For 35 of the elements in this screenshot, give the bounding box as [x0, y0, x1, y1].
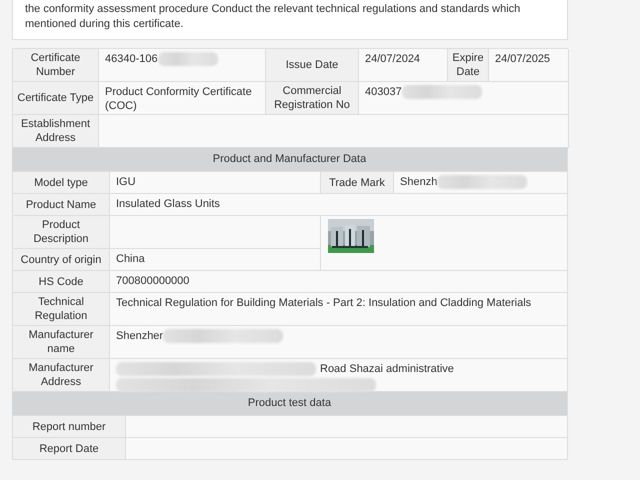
- field-value: Insulated Glass Units: [116, 197, 220, 211]
- field-value: Technical Regulation for Building Materials - Part 2: Insulation and Cladding Materials: [116, 296, 532, 310]
- field-value: Shenzh: [400, 175, 438, 189]
- field-label: Manufacturer Address: [28, 361, 94, 389]
- field-value: Shenzher: [116, 329, 164, 343]
- field-label: Commercial Registration No: [273, 84, 351, 112]
- field-label: Report Date: [39, 442, 99, 456]
- field-label: Model type: [34, 176, 88, 190]
- intro-text: the conformity assessment procedure Conduct the relevant technical regulations and standards which: [25, 2, 520, 17]
- field-label: Country of origin: [20, 252, 102, 266]
- field-value: 24/07/2024: [365, 52, 420, 66]
- field-value: Product Conformity Certificate (COC): [105, 85, 253, 113]
- field-value: 700800000000: [116, 274, 190, 288]
- field-label: Product Description: [32, 218, 90, 246]
- field-value: IGU: [116, 175, 136, 189]
- field-label: Certificate Number: [30, 51, 82, 79]
- field-label: Expire Date: [451, 51, 485, 79]
- field-label: Manufacturer name: [28, 328, 94, 356]
- field-label: Technical Regulation: [34, 295, 88, 323]
- section-header: Product and Manufacturer Data: [12, 148, 568, 172]
- field-label: Report number: [32, 420, 106, 434]
- intro-text: mentioned during this certificate.: [25, 17, 184, 32]
- field-label: Issue Date: [286, 58, 338, 72]
- field-label: Establishment Address: [20, 117, 92, 145]
- redaction-blur: [158, 52, 218, 66]
- field-label: Product Name: [26, 198, 96, 212]
- field-value: 24/07/2025: [495, 52, 550, 66]
- field-label: Certificate Type: [17, 91, 94, 105]
- field-label: Trade Mark: [329, 176, 385, 190]
- section-header: Product test data: [12, 392, 568, 416]
- field-value: 403037: [365, 85, 402, 99]
- field-value: China: [116, 252, 145, 266]
- field-label: HS Code: [38, 274, 84, 288]
- field-value: Road Shazai administrative: [320, 362, 454, 376]
- field-value: 46340-106: [105, 52, 158, 66]
